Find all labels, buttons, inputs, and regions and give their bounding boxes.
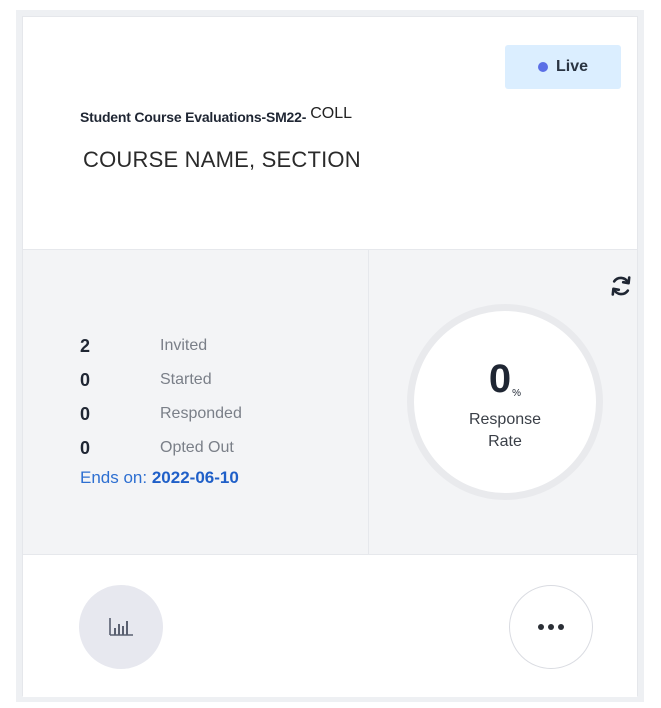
- more-dot: [538, 624, 544, 630]
- stat-value: 0: [80, 437, 91, 458]
- bar-chart-icon: [109, 618, 133, 636]
- page-background: Live Student Course Evaluations-SM22- COL…: [0, 0, 661, 708]
- status-badge: Live: [505, 45, 621, 89]
- response-rate-pane: 0% Response Rate: [369, 250, 639, 554]
- stats-pane: 2 Invited 0 Started 0 Responded 0 Opted …: [23, 250, 369, 554]
- survey-card: Live Student Course Evaluations-SM22- COL…: [22, 16, 638, 697]
- more-options-button[interactable]: [509, 585, 593, 669]
- end-date-value: 2022-06-10: [151, 468, 239, 487]
- evaluation-suffix: COLL: [310, 105, 352, 122]
- rate-label-line1: Response: [468, 411, 542, 428]
- stat-row-invited: 2 Invited: [80, 332, 207, 360]
- stat-value: 2: [80, 335, 91, 356]
- stat-label: Invited: [160, 337, 208, 354]
- stat-row-responded: 0 Responded: [80, 400, 242, 428]
- live-dot-icon: [537, 62, 548, 72]
- stat-label: Opted Out: [160, 439, 234, 456]
- stat-label: Responded: [160, 405, 242, 422]
- end-date: Ends on: 2022-06-10: [80, 468, 239, 488]
- rate-number: 0: [488, 357, 512, 401]
- evaluation-name: Student Course Evaluations-SM22-: [80, 109, 307, 125]
- response-rate-label: Response Rate: [414, 409, 596, 453]
- more-dot: [558, 624, 564, 630]
- evaluation-title: Student Course Evaluations-SM22- COLL: [80, 105, 352, 127]
- refresh-icon-graphic: [611, 276, 631, 296]
- refresh-icon[interactable]: [609, 274, 633, 298]
- rate-label-line2: Rate: [488, 433, 522, 450]
- more-dot: [548, 624, 554, 630]
- more-icon: [538, 624, 564, 630]
- response-rate-gauge: 0% Response Rate: [407, 304, 603, 500]
- stat-value: 0: [80, 369, 91, 390]
- course-name: COURSE NAME, SECTION: [83, 147, 361, 172]
- stat-row-started: 0 Started: [80, 366, 212, 394]
- stat-value: 0: [80, 403, 91, 424]
- report-button[interactable]: [79, 585, 163, 669]
- end-date-label: Ends on:: [80, 468, 148, 487]
- stat-label: Started: [160, 371, 212, 388]
- response-rate-value: 0%: [414, 359, 596, 414]
- card-footer: [23, 555, 637, 697]
- status-label: Live: [555, 58, 588, 75]
- stats-section: 2 Invited 0 Started 0 Responded 0 Opted …: [23, 249, 637, 555]
- card-header: Live Student Course Evaluations-SM22- COL…: [23, 17, 637, 249]
- stat-row-opted-out: 0 Opted Out: [80, 434, 234, 462]
- rate-unit: %: [512, 388, 522, 399]
